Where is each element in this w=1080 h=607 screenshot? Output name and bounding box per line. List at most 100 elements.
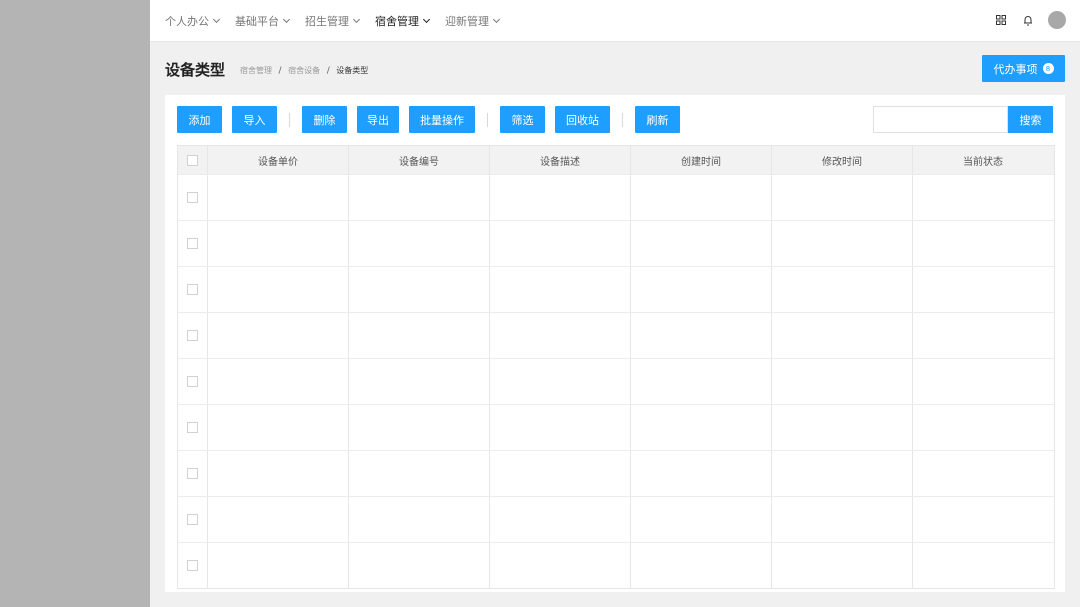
table-cell <box>771 497 912 542</box>
import-button[interactable]: 导入 <box>232 106 277 133</box>
column-header-device-code[interactable]: 设备编号 <box>348 146 489 174</box>
table-body <box>178 174 1054 588</box>
row-checkbox[interactable] <box>187 376 198 387</box>
breadcrumb-separator: / <box>278 66 282 76</box>
table-cell <box>630 267 771 312</box>
table-cell <box>630 497 771 542</box>
app-window: 个人办公 基础平台 招生管理 宿舍管理 迎新管理 设备类型 宿舍管理 / 宿舍设… <box>150 0 1080 607</box>
refresh-button[interactable]: 刷新 <box>635 106 680 133</box>
table-cell <box>771 175 912 220</box>
row-select-cell <box>178 497 207 542</box>
notifications-button[interactable] <box>1019 11 1037 29</box>
row-checkbox[interactable] <box>187 330 198 341</box>
top-nav-menu: 个人办公 基础平台 招生管理 宿舍管理 迎新管理 <box>165 0 515 41</box>
content-panel: 添加 导入 删除 导出 批量操作 筛选 回收站 刷新 搜索 设备单价 设备编号 … <box>165 95 1065 592</box>
row-checkbox[interactable] <box>187 238 198 249</box>
apps-button[interactable] <box>992 11 1010 29</box>
table-cell <box>348 313 489 358</box>
table-cell <box>348 405 489 450</box>
table-row[interactable] <box>178 174 1054 220</box>
column-header-device-description[interactable]: 设备描述 <box>489 146 630 174</box>
table-cell <box>489 175 630 220</box>
chevron-down-icon <box>282 15 291 23</box>
add-button[interactable]: 添加 <box>177 106 222 133</box>
recycle-bin-button[interactable]: 回收站 <box>555 106 610 133</box>
toolbar-divider <box>289 112 290 127</box>
table-cell <box>348 267 489 312</box>
row-select-cell <box>178 359 207 404</box>
chevron-down-icon <box>352 15 361 23</box>
table-cell <box>912 267 1053 312</box>
row-checkbox[interactable] <box>187 422 198 433</box>
table-cell <box>912 543 1053 588</box>
column-header-created-time[interactable]: 创建时间 <box>630 146 771 174</box>
nav-item-label: 迎新管理 <box>445 14 489 28</box>
table-row[interactable] <box>178 266 1054 312</box>
batch-operation-button[interactable]: 批量操作 <box>409 106 475 133</box>
table-cell <box>771 313 912 358</box>
table-row[interactable] <box>178 496 1054 542</box>
table-row[interactable] <box>178 220 1054 266</box>
row-checkbox[interactable] <box>187 192 198 203</box>
row-checkbox[interactable] <box>187 284 198 295</box>
table-cell <box>630 359 771 404</box>
page-header: 设备类型 宿舍管理 / 宿舍设备 / 设备类型 代办事项 8 <box>150 42 1080 92</box>
table-cell <box>489 405 630 450</box>
table-cell <box>912 359 1053 404</box>
chevron-down-icon <box>422 15 431 23</box>
table-cell <box>489 313 630 358</box>
delete-button[interactable]: 删除 <box>302 106 347 133</box>
table-cell <box>912 221 1053 266</box>
search-input[interactable] <box>873 106 1008 133</box>
row-select-cell <box>178 267 207 312</box>
table-row[interactable] <box>178 450 1054 496</box>
nav-item-label: 个人办公 <box>165 14 209 28</box>
column-header-modified-time[interactable]: 修改时间 <box>771 146 912 174</box>
row-checkbox[interactable] <box>187 514 198 525</box>
breadcrumb-item[interactable]: 宿舍设备 <box>288 66 320 75</box>
table-cell <box>630 405 771 450</box>
table-cell <box>348 359 489 404</box>
row-checkbox[interactable] <box>187 468 198 479</box>
table-cell <box>912 497 1053 542</box>
avatar[interactable] <box>1048 11 1066 29</box>
table-cell <box>489 267 630 312</box>
table-cell <box>207 313 348 358</box>
table-cell <box>489 451 630 496</box>
nav-item-base-platform[interactable]: 基础平台 <box>235 13 291 29</box>
nav-item-personal-office[interactable]: 个人办公 <box>165 13 221 29</box>
row-select-cell <box>178 313 207 358</box>
select-all-cell <box>178 146 207 174</box>
table-row[interactable] <box>178 358 1054 404</box>
table-row[interactable] <box>178 404 1054 450</box>
column-header-unit-price[interactable]: 设备单价 <box>207 146 348 174</box>
export-button[interactable]: 导出 <box>357 106 399 133</box>
breadcrumb-item[interactable]: 宿舍管理 <box>240 66 272 75</box>
column-header-status[interactable]: 当前状态 <box>912 146 1053 174</box>
table-cell <box>489 359 630 404</box>
row-checkbox[interactable] <box>187 560 198 571</box>
table-cell <box>771 543 912 588</box>
nav-item-welcome[interactable]: 迎新管理 <box>445 13 501 29</box>
table-cell <box>348 451 489 496</box>
nav-item-enrollment[interactable]: 招生管理 <box>305 13 361 29</box>
select-all-checkbox[interactable] <box>187 154 198 166</box>
search-button[interactable]: 搜索 <box>1008 106 1053 133</box>
grid-icon <box>996 15 1006 25</box>
table-cell <box>912 451 1053 496</box>
table-cell <box>489 221 630 266</box>
filter-button[interactable]: 筛选 <box>500 106 545 133</box>
table-cell <box>771 405 912 450</box>
table-cell <box>207 405 348 450</box>
table-cell <box>630 175 771 220</box>
nav-item-dormitory[interactable]: 宿舍管理 <box>375 13 431 29</box>
table-row[interactable] <box>178 312 1054 358</box>
todo-label: 代办事项 <box>993 62 1038 76</box>
breadcrumb: 宿舍管理 / 宿舍设备 / 设备类型 <box>240 65 368 76</box>
page-title: 设备类型 <box>165 61 226 79</box>
table-row[interactable] <box>178 542 1054 588</box>
table-cell <box>207 175 348 220</box>
table-cell <box>630 451 771 496</box>
todo-button[interactable]: 代办事项 8 <box>982 55 1065 82</box>
table-cell <box>207 451 348 496</box>
